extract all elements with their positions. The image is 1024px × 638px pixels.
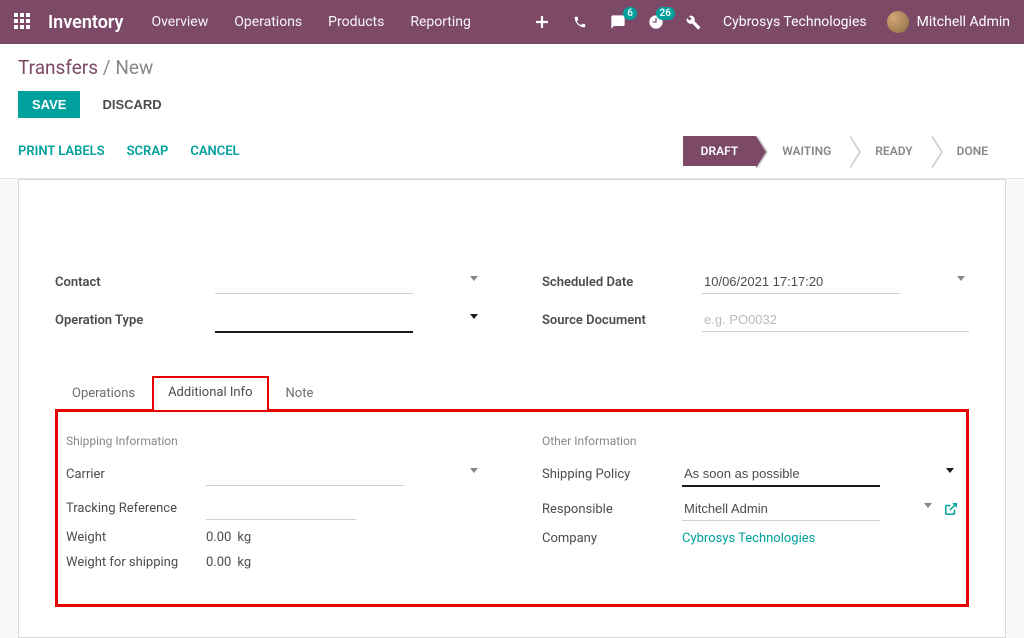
field-contact: Contact (55, 270, 482, 294)
external-link-icon[interactable] (944, 502, 958, 516)
status-ready[interactable]: READY (849, 136, 930, 166)
source-document-input[interactable] (702, 308, 969, 332)
navbar-right: 6 26 Cybrosys Technologies Mitchell Admi… (533, 11, 1010, 33)
field-operation-type: Operation Type (55, 308, 482, 333)
field-company: Company Cybrosys Technologies (542, 531, 958, 546)
tab-operations[interactable]: Operations (55, 376, 152, 410)
weight-shipping-unit: kg (237, 555, 251, 570)
carrier-label: Carrier (66, 467, 206, 482)
operation-type-label: Operation Type (55, 313, 215, 328)
header-actions: SAVE DISCARD (18, 91, 1006, 118)
breadcrumb-parent[interactable]: Transfers (18, 56, 98, 79)
discard-button[interactable]: DISCARD (94, 91, 169, 118)
contact-input[interactable] (215, 270, 413, 294)
page-header: Transfers / New SAVE DISCARD (0, 44, 1024, 126)
other-section-title: Other Information (542, 434, 958, 448)
chevron-down-icon (470, 276, 478, 281)
scrap-button[interactable]: SCRAP (127, 144, 169, 159)
app-name[interactable]: Inventory (48, 12, 123, 33)
action-bar: PRINT LABELS SCRAP CANCEL DRAFT WAITING … (0, 126, 1024, 179)
field-weight: Weight 0.00 kg (66, 530, 482, 545)
top-navbar: Inventory Overview Operations Products R… (0, 0, 1024, 44)
status-waiting[interactable]: WAITING (756, 136, 849, 166)
weight-unit: kg (237, 530, 251, 545)
chevron-down-icon (924, 503, 932, 508)
field-scheduled-date: Scheduled Date (542, 270, 969, 294)
status-bar: DRAFT WAITING READY DONE (683, 136, 1006, 166)
weight-shipping-value: 0.00 (206, 555, 231, 570)
menu-overview[interactable]: Overview (151, 14, 208, 30)
carrier-input[interactable] (206, 462, 404, 486)
breadcrumb-separator: / (103, 56, 116, 79)
weight-value: 0.00 (206, 530, 231, 545)
shipping-policy-label: Shipping Policy (542, 467, 682, 482)
field-shipping-policy: Shipping Policy (542, 462, 958, 487)
phone-icon[interactable] (571, 13, 589, 31)
tracking-label: Tracking Reference (66, 501, 206, 516)
apps-icon[interactable] (14, 13, 32, 31)
company-label: Company (542, 531, 682, 546)
field-weight-shipping: Weight for shipping 0.00 kg (66, 555, 482, 570)
field-tracking: Tracking Reference (66, 496, 482, 520)
user-name: Mitchell Admin (917, 14, 1010, 30)
chevron-down-icon (470, 468, 478, 473)
chevron-down-icon (946, 468, 954, 473)
field-carrier: Carrier (66, 462, 482, 486)
tab-note[interactable]: Note (269, 376, 331, 410)
weight-label: Weight (66, 530, 206, 545)
scheduled-date-input[interactable] (702, 270, 900, 294)
operation-type-input[interactable] (215, 308, 413, 333)
company-switcher[interactable]: Cybrosys Technologies (723, 14, 867, 30)
field-responsible: Responsible (542, 497, 958, 521)
shipping-section-title: Shipping Information (66, 434, 482, 448)
weight-shipping-label: Weight for shipping (66, 555, 206, 570)
breadcrumb: Transfers / New (18, 56, 1006, 79)
shipping-policy-input[interactable] (682, 462, 880, 487)
plus-icon[interactable] (533, 13, 551, 31)
avatar (887, 11, 909, 33)
field-source-document: Source Document (542, 308, 969, 332)
activity-icon[interactable]: 26 (647, 13, 665, 31)
tracking-input[interactable] (206, 496, 356, 520)
breadcrumb-current: New (115, 56, 153, 79)
save-button[interactable]: SAVE (18, 91, 80, 118)
menu-products[interactable]: Products (328, 14, 384, 30)
company-value[interactable]: Cybrosys Technologies (682, 531, 815, 546)
chat-badge: 6 (623, 7, 637, 20)
source-document-label: Source Document (542, 313, 702, 328)
contact-label: Contact (55, 275, 215, 290)
menu-operations[interactable]: Operations (234, 14, 302, 30)
wrench-icon[interactable] (685, 13, 703, 31)
print-labels-button[interactable]: PRINT LABELS (18, 144, 105, 159)
tab-additional-info[interactable]: Additional Info (152, 376, 268, 410)
responsible-input[interactable] (682, 497, 880, 521)
chevron-down-icon (957, 276, 965, 281)
form-actions: PRINT LABELS SCRAP CANCEL (18, 144, 240, 159)
form-card: Contact Operation Type Scheduled Date (18, 179, 1006, 638)
menu-reporting[interactable]: Reporting (410, 14, 471, 30)
form-top-row: Contact Operation Type Scheduled Date (55, 270, 969, 347)
form-tabs: Operations Additional Info Note (55, 375, 969, 410)
cancel-button[interactable]: CANCEL (190, 144, 239, 159)
activity-badge: 26 (656, 7, 675, 20)
scheduled-date-label: Scheduled Date (542, 275, 702, 290)
user-menu[interactable]: Mitchell Admin (887, 11, 1010, 33)
chat-icon[interactable]: 6 (609, 13, 627, 31)
chevron-down-icon (470, 314, 478, 319)
responsible-label: Responsible (542, 502, 682, 517)
main-menu: Overview Operations Products Reporting (151, 14, 470, 30)
status-draft[interactable]: DRAFT (683, 136, 757, 166)
additional-info-panel: Shipping Information Carrier Tracking Re… (55, 409, 969, 607)
